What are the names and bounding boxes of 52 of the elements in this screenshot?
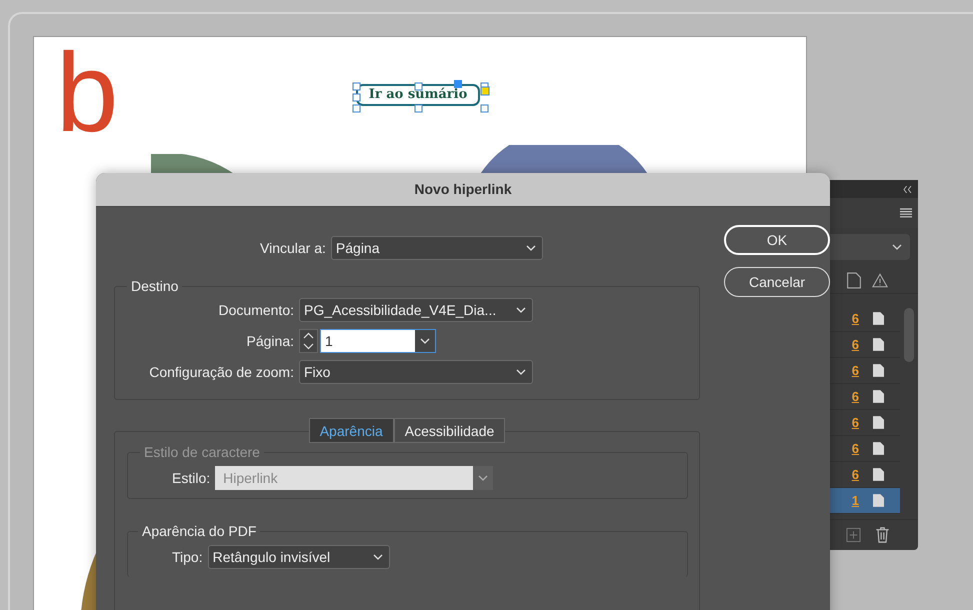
tab[interactable]: Aparência (308, 418, 394, 443)
field-label: Estilo: (172, 470, 210, 486)
section-title: Estilo de caractere (143, 444, 261, 460)
chevron-down-icon (478, 475, 488, 481)
page-number-link[interactable]: 6 (852, 441, 859, 456)
page-icon (873, 442, 884, 455)
page-number-link[interactable]: 1 (852, 493, 859, 508)
page-icon (873, 390, 884, 403)
type-select[interactable]: Retângulo invisível (208, 545, 390, 569)
chevron-down-icon (420, 338, 430, 344)
section-title: Aparência do PDF (141, 523, 258, 539)
chevron-down-icon (372, 554, 383, 560)
trash-icon[interactable] (875, 527, 890, 543)
dropdown-select[interactable]: Fixo (299, 360, 533, 384)
tab[interactable]: Acessibilidade (394, 418, 506, 443)
dropdown-select[interactable]: PG_Acessibilidade_V4E_Dia... (299, 298, 533, 322)
warning-icon (872, 272, 888, 289)
section-title: Destino (130, 278, 180, 294)
dialog-button[interactable]: Cancelar (724, 267, 830, 297)
page-icon (873, 468, 884, 481)
link-type-select[interactable]: Página (330, 236, 543, 260)
panel-letter: b (56, 31, 118, 154)
page-number-field[interactable]: 1 (320, 329, 436, 353)
page-icon (873, 494, 884, 507)
field-label: Configuração de zoom: (148, 364, 294, 380)
page-icon (873, 338, 884, 351)
page-number-link[interactable]: 6 (852, 337, 859, 352)
page-number-link[interactable]: 6 (852, 389, 859, 404)
chevron-down-icon (516, 369, 526, 375)
page-number-link[interactable]: 6 (852, 363, 859, 378)
menu-icon[interactable] (900, 208, 912, 218)
chevron-down-icon (526, 245, 536, 251)
collapse-icon[interactable] (903, 186, 912, 192)
stepper-icon[interactable] (299, 329, 318, 353)
page-number-link[interactable]: 6 (852, 415, 859, 430)
field-label: Vincular a: (260, 240, 326, 256)
page-number-link[interactable]: 6 (852, 467, 859, 482)
page-icon (873, 416, 884, 429)
dialog-button[interactable]: OK (724, 225, 830, 255)
add-icon[interactable] (846, 527, 861, 543)
page-number-link[interactable]: 6 (852, 311, 859, 326)
page-icon (873, 364, 884, 377)
selection-handles-icon (352, 79, 490, 113)
chevron-down-icon (516, 307, 526, 313)
chevron-down-icon (892, 244, 902, 250)
dialog-title: Novo hiperlink (96, 173, 830, 207)
field-label: Página: (246, 333, 294, 349)
field-label: Documento: (218, 302, 294, 318)
scrollbar-thumb[interactable] (904, 308, 914, 362)
page-icon (873, 312, 884, 325)
field-label: Tipo: (172, 549, 203, 565)
page-icon (846, 272, 862, 289)
